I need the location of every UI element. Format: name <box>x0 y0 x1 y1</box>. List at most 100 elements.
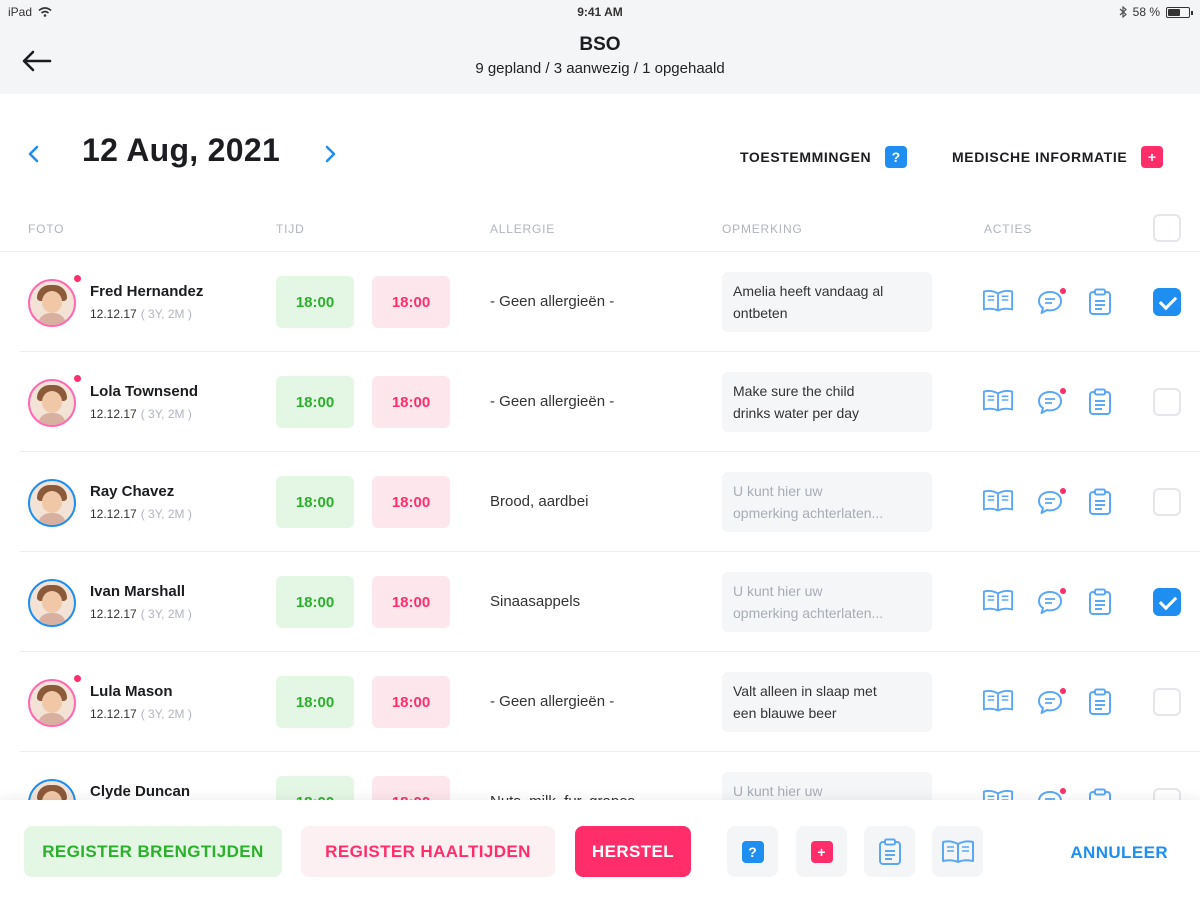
clipboard-button[interactable] <box>1088 588 1120 618</box>
chat-button[interactable] <box>1036 288 1068 318</box>
drop-off-time[interactable]: 18:00 <box>276 776 354 800</box>
page-title: BSO <box>579 34 621 55</box>
remark-line: opmerking achterlaten... <box>733 505 884 521</box>
pick-up-time[interactable]: 18:00 <box>372 676 450 728</box>
avatar[interactable] <box>28 479 76 527</box>
row-checkbox[interactable] <box>1153 388 1181 416</box>
table-row: Fred Hernandez 12.12.17( 3Y, 2M ) 18:00 18:… <box>20 252 1200 352</box>
chat-bubble-icon <box>1038 388 1066 414</box>
allergy-text: - Geen allergieën - <box>490 393 615 410</box>
avatar[interactable] <box>28 579 76 627</box>
medical-plus-icon: + <box>1141 146 1164 168</box>
pick-up-time[interactable]: 18:00 <box>372 276 450 328</box>
remark-line: drinks water per day <box>733 405 860 421</box>
diary-button[interactable] <box>982 588 1014 618</box>
dob-date: 12.12.17 <box>90 507 137 521</box>
drop-off-time[interactable]: 18:00 <box>276 376 354 428</box>
row-checkbox[interactable] <box>1153 288 1181 316</box>
child-dob: 12.12.17( 3Y, 2M ) <box>90 407 192 421</box>
bluetooth-icon <box>1119 6 1127 18</box>
allergy-text: - Geen allergieën - <box>490 693 615 710</box>
register-pick-up-button[interactable]: REGISTER HAALTIJDEN <box>301 826 555 877</box>
book-filter-button[interactable] <box>932 826 983 877</box>
restore-button[interactable]: HERSTEL <box>575 826 691 877</box>
chevron-right-icon[interactable] <box>320 144 340 164</box>
clipboard-button[interactable] <box>1088 788 1120 800</box>
clipboard-filter-button[interactable] <box>864 826 915 877</box>
table-row: Ray Chavez 12.12.17( 3Y, 2M ) 18:00 18:00 Br… <box>20 452 1200 552</box>
diary-button[interactable] <box>982 288 1014 318</box>
open-book-icon <box>982 390 1014 412</box>
pick-up-time[interactable]: 18:00 <box>372 576 450 628</box>
clipboard-button[interactable] <box>1088 488 1120 518</box>
clipboard-icon <box>1089 588 1111 615</box>
child-name: Lula Mason <box>90 683 173 700</box>
diary-button[interactable] <box>982 788 1014 800</box>
clipboard-button[interactable] <box>1088 388 1120 418</box>
clipboard-icon <box>1089 288 1111 315</box>
pick-up-time[interactable]: 18:00 <box>372 776 450 800</box>
open-book-icon <box>982 490 1014 512</box>
chat-bubble-icon <box>1038 788 1066 800</box>
avatar-body <box>38 413 66 425</box>
diary-button[interactable] <box>982 388 1014 418</box>
avatar[interactable] <box>28 279 76 327</box>
drop-off-time[interactable]: 18:00 <box>276 276 354 328</box>
current-date: 12 Aug, 2021 <box>82 132 281 168</box>
avatar-face <box>42 591 62 613</box>
medical-filter-button[interactable]: + <box>796 826 847 877</box>
select-all-checkbox[interactable] <box>1153 214 1181 242</box>
remark-field[interactable]: U kunt hier uw opmerking achterlaten... <box>722 472 932 532</box>
chevron-left-icon[interactable] <box>24 144 44 164</box>
status-time: 9:41 AM <box>577 5 623 19</box>
child-age: ( 3Y, 2M ) <box>140 507 192 521</box>
remark-field[interactable]: Valt alleen in slaap met een blauwe beer <box>722 672 932 732</box>
chat-bubble-icon <box>1038 488 1066 514</box>
row-checkbox[interactable] <box>1153 488 1181 516</box>
remark-field[interactable]: Amelia heeft vandaag al ontbeten <box>722 272 932 332</box>
row-checkbox[interactable] <box>1153 588 1181 616</box>
remark-field[interactable]: Make sure the child drinks water per day <box>722 372 932 432</box>
medical-info-link[interactable]: MEDISCHE INFORMATIE + <box>952 146 1164 168</box>
table-header: FOTO TIJD ALLERGIE OPMERKING ACTIES <box>0 204 1200 252</box>
cancel-button[interactable]: ANNULEER <box>1070 843 1168 863</box>
diary-button[interactable] <box>982 688 1014 718</box>
chat-button[interactable] <box>1036 688 1068 718</box>
clipboard-icon <box>878 838 901 865</box>
clipboard-button[interactable] <box>1088 688 1120 718</box>
remark-field[interactable]: U kunt hier uw opmerking achterlaten... <box>722 572 932 632</box>
avatar-body <box>38 713 66 725</box>
register-drop-off-button[interactable]: REGISTER BRENGTIJDEN <box>24 826 282 877</box>
remark-line: U kunt hier uw <box>733 783 823 799</box>
row-checkbox[interactable] <box>1153 688 1181 716</box>
drop-off-time[interactable]: 18:00 <box>276 576 354 628</box>
remark-line: opmerking achterlaten... <box>733 605 884 621</box>
permissions-link[interactable]: TOESTEMMINGEN ? <box>740 146 908 168</box>
remark-line: een blauwe beer <box>733 705 837 721</box>
pick-up-time[interactable]: 18:00 <box>372 476 450 528</box>
child-name: Fred Hernandez <box>90 283 204 300</box>
avatar[interactable] <box>28 779 76 800</box>
dob-date: 12.12.17 <box>90 607 137 621</box>
avatar[interactable] <box>28 379 76 427</box>
clipboard-button[interactable] <box>1088 288 1120 318</box>
child-dob: 12.12.17( 3Y, 2M ) <box>90 307 192 321</box>
remark-line: Make sure the child <box>733 383 855 399</box>
chat-button[interactable] <box>1036 388 1068 418</box>
bottom-toolbar: REGISTER BRENGTIJDEN REGISTER HAALTIJDEN… <box>0 800 1200 900</box>
permissions-filter-button[interactable]: ? <box>727 826 778 877</box>
chat-button[interactable] <box>1036 588 1068 618</box>
row-checkbox[interactable] <box>1153 788 1181 800</box>
diary-button[interactable] <box>982 488 1014 518</box>
drop-off-time[interactable]: 18:00 <box>276 676 354 728</box>
avatar[interactable] <box>28 679 76 727</box>
open-book-icon <box>982 290 1014 312</box>
chat-button[interactable] <box>1036 788 1068 800</box>
remark-line: ontbeten <box>733 305 788 321</box>
pick-up-time[interactable]: 18:00 <box>372 376 450 428</box>
remark-field[interactable]: U kunt hier uw <box>722 772 932 800</box>
drop-off-time[interactable]: 18:00 <box>276 476 354 528</box>
open-book-icon <box>982 590 1014 612</box>
chat-button[interactable] <box>1036 488 1068 518</box>
child-age: ( 3Y, 2M ) <box>140 607 192 621</box>
